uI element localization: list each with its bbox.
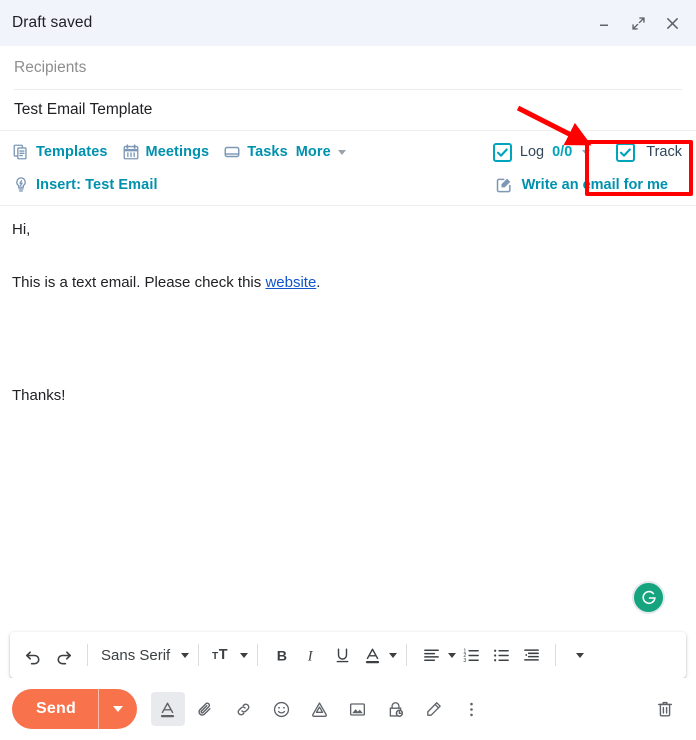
website-link[interactable]: website	[265, 274, 316, 291]
subject-input[interactable]: Test Email Template	[14, 101, 152, 119]
numbered-list-button[interactable]: 1 2 3	[456, 639, 486, 671]
body-text-before-link: This is a text email. Please check this	[12, 274, 266, 292]
align-left-icon	[416, 639, 446, 671]
send-button-group[interactable]: Send	[12, 689, 137, 729]
meetings-label: Meetings	[145, 144, 210, 160]
italic-button[interactable]: I	[297, 639, 327, 671]
more-options-icon[interactable]	[455, 692, 489, 726]
hubspot-plugin-bar: Templates Meetings Tasks More Log 0/0 Tr…	[0, 130, 696, 206]
font-size-icon: T T	[208, 639, 238, 671]
page-title: Draft saved	[12, 14, 93, 31]
chevron-down-icon[interactable]	[181, 652, 190, 658]
fullscreen-icon[interactable]	[628, 13, 648, 33]
plugin-bar-row-1: Templates Meetings Tasks More Log 0/0 Tr…	[12, 135, 684, 169]
svg-text:I: I	[306, 648, 313, 664]
attach-file-icon[interactable]	[189, 692, 223, 726]
track-checkbox[interactable]	[616, 142, 636, 162]
calendar-icon	[122, 143, 140, 161]
send-options-chevron-down-icon[interactable]	[99, 689, 137, 729]
text-color-icon	[357, 639, 387, 671]
compose-window: Draft saved Recipients Test Email Templa…	[0, 0, 696, 740]
write-an-email-for-me-label: Write an email for me	[521, 177, 668, 193]
insert-photo-icon[interactable]	[341, 692, 375, 726]
insert-template-button[interactable]: Insert: Test Email	[12, 176, 158, 194]
toolbar-divider	[555, 644, 557, 666]
toolbar-divider	[406, 644, 408, 666]
body-text-after-link: .	[316, 274, 321, 292]
toolbar-divider	[198, 644, 200, 666]
redo-icon[interactable]	[48, 639, 78, 671]
log-control[interactable]: Log 0/0	[492, 142, 591, 162]
log-track-group: Log 0/0 Track	[492, 142, 684, 162]
underline-button[interactable]	[327, 639, 357, 671]
lightbulb-icon	[12, 176, 30, 194]
body-greeting: Hi,	[12, 221, 31, 238]
svg-text:3: 3	[463, 657, 466, 663]
compose-square-icon	[495, 176, 513, 194]
track-control[interactable]: Track	[614, 142, 684, 162]
grammarly-icon[interactable]	[632, 581, 665, 614]
discard-draft-icon[interactable]	[648, 692, 682, 726]
templates-button[interactable]: Templates	[12, 143, 108, 161]
minimize-icon[interactable]	[594, 13, 614, 33]
recipients-input[interactable]: Recipients	[14, 59, 86, 77]
more-button[interactable]: More	[296, 144, 346, 160]
bold-button[interactable]: B	[267, 639, 297, 671]
send-button[interactable]: Send	[12, 689, 98, 729]
body-closing: Thanks!	[12, 386, 66, 404]
font-family-select[interactable]: Sans Serif	[97, 646, 190, 664]
indent-less-button[interactable]	[516, 639, 546, 671]
svg-text:B: B	[277, 648, 287, 664]
tasks-button[interactable]: Tasks	[223, 143, 288, 161]
chevron-down-icon[interactable]	[240, 652, 249, 658]
compose-action-bar: Send	[0, 678, 696, 740]
email-body[interactable]: Hi, This is a text email. Please check t…	[0, 206, 696, 632]
toolbar-divider	[257, 644, 259, 666]
body-paragraph: This is a text email. Please check this …	[12, 273, 682, 293]
compose-titlebar: Draft saved	[0, 0, 696, 46]
formatting-toolbar: Sans Serif T T B I 1 2 3	[10, 632, 686, 678]
log-count: 0/0	[552, 144, 573, 160]
font-size-select[interactable]: T T	[208, 639, 249, 671]
chevron-down-icon[interactable]	[337, 149, 346, 155]
chevron-down-icon[interactable]	[576, 652, 585, 658]
bulleted-list-button[interactable]	[486, 639, 516, 671]
track-label: Track	[646, 144, 682, 160]
meetings-button[interactable]: Meetings	[122, 143, 210, 161]
toolbar-divider	[87, 644, 88, 666]
svg-text:T: T	[219, 647, 228, 663]
insert-template-label: Insert: Test Email	[36, 177, 158, 193]
action-icons	[150, 692, 489, 726]
log-chevron-down-icon[interactable]	[582, 149, 591, 155]
more-label: More	[295, 144, 331, 160]
insert-signature-icon[interactable]	[417, 692, 451, 726]
align-select[interactable]	[416, 639, 457, 671]
insert-emoji-icon[interactable]	[265, 692, 299, 726]
plugin-bar-row-2: Insert: Test Email Write an email for me	[12, 169, 684, 201]
text-color-select[interactable]	[357, 639, 398, 671]
confidential-mode-icon[interactable]	[379, 692, 413, 726]
insert-link-icon[interactable]	[227, 692, 261, 726]
chevron-down-icon[interactable]	[389, 652, 398, 658]
recipients-row[interactable]: Recipients	[0, 46, 696, 90]
log-label: Log	[519, 144, 545, 160]
formatting-options-icon[interactable]	[150, 692, 185, 726]
more-formatting-options-button[interactable]	[565, 639, 595, 671]
font-family-label: Sans Serif	[101, 646, 171, 664]
tasks-label: Tasks	[247, 144, 288, 160]
log-checkbox[interactable]	[492, 142, 512, 162]
subject-row[interactable]: Test Email Template	[0, 90, 696, 130]
tasks-icon	[223, 143, 241, 161]
chevron-down-icon[interactable]	[448, 652, 457, 658]
templates-icon	[12, 143, 30, 161]
insert-drive-icon[interactable]	[303, 692, 337, 726]
close-icon[interactable]	[662, 13, 682, 33]
window-controls	[594, 13, 682, 33]
undo-icon[interactable]	[18, 639, 48, 671]
templates-label: Templates	[36, 144, 108, 160]
write-an-email-for-me-button[interactable]: Write an email for me	[495, 176, 668, 194]
